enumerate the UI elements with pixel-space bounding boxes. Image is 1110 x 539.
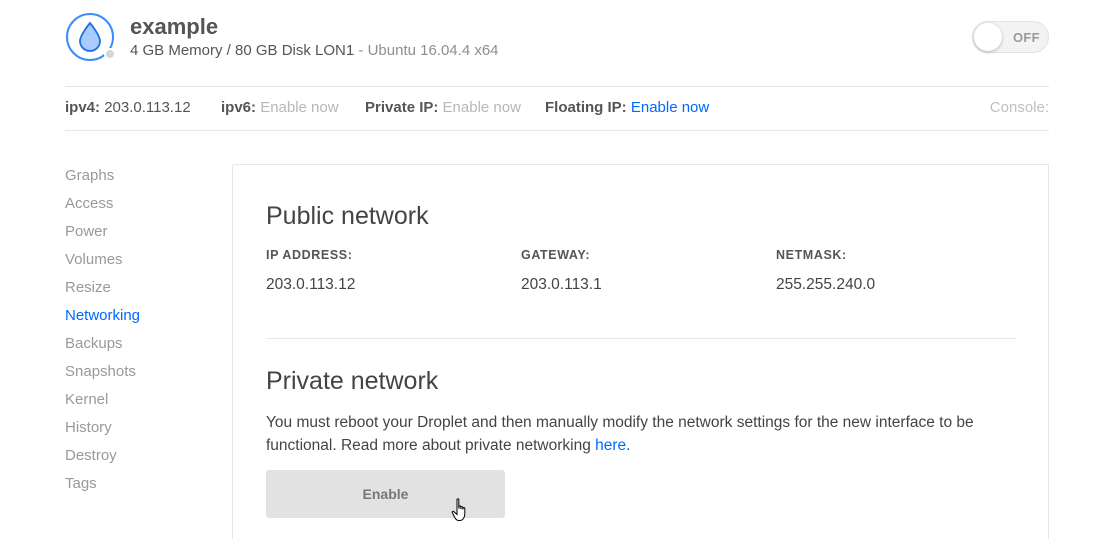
ipv6-label: ipv6:	[221, 99, 257, 116]
toggle-knob[interactable]	[974, 23, 1002, 51]
hand-cursor-icon	[451, 498, 469, 522]
sidebar-item-access[interactable]: Access	[65, 194, 140, 222]
droplet-os: Ubuntu 16.04.4 x64	[367, 42, 499, 59]
sidebar-item-history[interactable]: History	[65, 418, 140, 446]
netmask-value: 255.255.240.0	[776, 276, 876, 293]
netmask-column: NETMASK: 255.255.240.0	[776, 248, 875, 294]
private-networking-help-link[interactable]: here	[595, 437, 626, 454]
sidebar-item-graphs[interactable]: Graphs	[65, 166, 140, 194]
gateway-value: 203.0.113.1	[521, 276, 602, 293]
sidebar-item-snapshots[interactable]: Snapshots	[65, 362, 140, 390]
ipv6-enable-link[interactable]: Enable now	[260, 99, 338, 116]
droplet-name: example	[130, 14, 219, 39]
sidebar-item-networking[interactable]: Networking	[65, 306, 140, 334]
description-period: .	[626, 437, 631, 454]
public-network-title: Public network	[266, 202, 429, 230]
droplet-header: example 4 GB Memory / 80 GB Disk LON1 - …	[65, 12, 1049, 64]
netmask-label: NETMASK:	[776, 248, 847, 262]
networking-panel: Public network IP ADDRESS: 203.0.113.12 …	[232, 164, 1049, 539]
floating-ip-enable-link[interactable]: Enable now	[631, 99, 709, 116]
ip-address-column: IP ADDRESS: 203.0.113.12	[266, 248, 355, 294]
sidebar-item-destroy[interactable]: Destroy	[65, 446, 140, 474]
ip-address-label: IP ADDRESS:	[266, 248, 353, 262]
enable-private-network-button[interactable]: Enable	[266, 470, 505, 518]
os-separator: -	[354, 42, 368, 59]
status-dot	[104, 48, 116, 60]
private-ip-label: Private IP:	[365, 99, 439, 116]
floating-ip-label: Floating IP:	[545, 99, 627, 116]
power-toggle-label: OFF	[1013, 30, 1040, 45]
ipv4-value: 203.0.113.12	[104, 99, 191, 116]
droplet-sidebar: Graphs Access Power Volumes Resize Netwo…	[65, 166, 140, 502]
power-toggle[interactable]: OFF	[972, 21, 1049, 53]
sidebar-item-resize[interactable]: Resize	[65, 278, 140, 306]
private-network-title: Private network	[266, 367, 439, 395]
sidebar-item-backups[interactable]: Backups	[65, 334, 140, 362]
private-ip-enable-link[interactable]: Enable now	[443, 99, 521, 116]
ipv6-info: ipv6: Enable now	[221, 99, 339, 116]
sidebar-item-kernel[interactable]: Kernel	[65, 390, 140, 418]
private-ip-info: Private IP: Enable now	[365, 99, 521, 116]
gateway-column: GATEWAY: 203.0.113.1	[521, 248, 602, 294]
ip-address-value: 203.0.113.12	[266, 276, 356, 293]
sidebar-item-power[interactable]: Power	[65, 222, 140, 250]
private-network-description: You must reboot your Droplet and then ma…	[266, 411, 1016, 457]
sidebar-item-tags[interactable]: Tags	[65, 474, 140, 502]
ip-info-bar: ipv4: 203.0.113.12 ipv6: Enable now Priv…	[65, 86, 1049, 131]
ipv4-label: ipv4:	[65, 99, 101, 116]
console-link[interactable]: Console:	[990, 99, 1049, 116]
sidebar-item-volumes[interactable]: Volumes	[65, 250, 140, 278]
gateway-label: GATEWAY:	[521, 248, 591, 262]
floating-ip-info: Floating IP: Enable now	[545, 99, 709, 116]
section-divider	[266, 338, 1016, 339]
droplet-specs-text: 4 GB Memory / 80 GB Disk LON1	[130, 42, 355, 59]
droplet-specs: 4 GB Memory / 80 GB Disk LON1 - Ubuntu 1…	[130, 42, 499, 59]
ipv4-info: ipv4: 203.0.113.12	[65, 99, 191, 116]
